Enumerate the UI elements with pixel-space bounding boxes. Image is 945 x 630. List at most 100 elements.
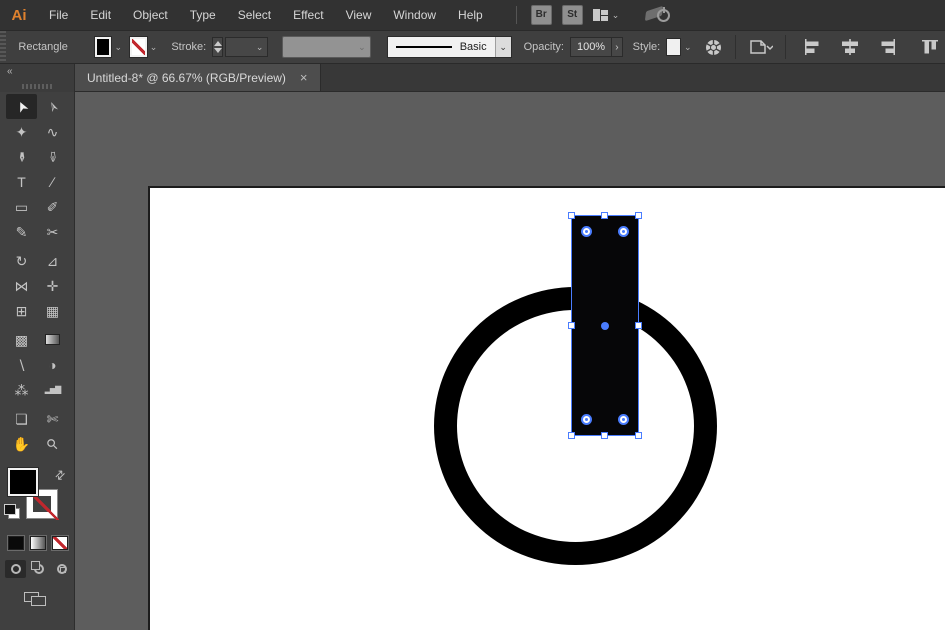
live-corner-widget[interactable] bbox=[618, 414, 629, 425]
workspace-switcher-icon[interactable]: ⌄ bbox=[593, 9, 620, 21]
step-up-icon[interactable] bbox=[214, 41, 222, 46]
chevron-down-icon[interactable]: ⌄ bbox=[114, 42, 122, 53]
menu-effect[interactable]: Effect bbox=[282, 0, 334, 30]
stock-button[interactable]: St bbox=[562, 5, 583, 25]
fill-color-swatch[interactable] bbox=[95, 37, 112, 57]
document-tab-title: Untitled-8* @ 66.67% (RGB/Preview) bbox=[87, 71, 286, 85]
opacity-slider-button[interactable]: › bbox=[612, 37, 623, 57]
isolate-object-icon[interactable] bbox=[747, 38, 773, 56]
selection-handle-top-left[interactable] bbox=[568, 212, 575, 219]
menu-file[interactable]: File bbox=[38, 0, 79, 30]
align-left-icon[interactable] bbox=[802, 37, 822, 57]
gradient-tool-icon bbox=[45, 334, 60, 345]
zoom-tool[interactable]: ⚲ bbox=[37, 431, 68, 456]
menu-object[interactable]: Object bbox=[122, 0, 179, 30]
menu-edit[interactable]: Edit bbox=[79, 0, 122, 30]
draw-normal-button[interactable] bbox=[5, 560, 26, 578]
fill-swatch[interactable] bbox=[8, 468, 38, 496]
opacity-input[interactable]: 100% bbox=[570, 37, 612, 57]
artboard[interactable] bbox=[148, 186, 945, 630]
graphic-style-swatch[interactable] bbox=[666, 38, 681, 56]
slice-tool[interactable]: ✄ bbox=[37, 406, 68, 431]
selection-center-point[interactable] bbox=[601, 322, 609, 330]
blend-tool[interactable]: ◑ bbox=[37, 352, 68, 377]
stroke-color-swatch[interactable] bbox=[130, 37, 147, 57]
menu-help[interactable]: Help bbox=[447, 0, 494, 30]
align-right-icon[interactable] bbox=[878, 37, 898, 57]
selection-handle-bottom-left[interactable] bbox=[568, 432, 575, 439]
perspective-grid-tool[interactable]: ▦ bbox=[37, 298, 68, 323]
stroke-width-stepper[interactable] bbox=[212, 37, 223, 57]
width-tool[interactable]: ⋈ bbox=[6, 273, 37, 298]
line-segment-tool[interactable]: ∕ bbox=[37, 169, 68, 194]
shape-builder-tool[interactable]: ⊞ bbox=[6, 298, 37, 323]
selection-handle-top-center[interactable] bbox=[601, 212, 608, 219]
live-corner-widget[interactable] bbox=[581, 226, 592, 237]
menu-select[interactable]: Select bbox=[227, 0, 282, 30]
selection-tool-icon: ➤ bbox=[13, 98, 31, 115]
app-logo[interactable]: Ai bbox=[0, 7, 38, 24]
curvature-tool[interactable]: ✑ bbox=[37, 144, 68, 169]
selection-handle-bottom-center[interactable] bbox=[601, 432, 608, 439]
lasso-tool[interactable]: ∿ bbox=[37, 119, 68, 144]
gradient-tool[interactable] bbox=[37, 327, 68, 352]
gpu-performance-icon[interactable] bbox=[643, 4, 677, 26]
collapse-panel-button[interactable]: « bbox=[7, 66, 12, 77]
hand-tool[interactable]: ✋ bbox=[6, 431, 37, 456]
scissors-tool[interactable]: ✂ bbox=[37, 219, 68, 244]
stroke-style-combo[interactable]: Basic ⌄ bbox=[387, 36, 512, 58]
draw-inside-button[interactable] bbox=[51, 560, 72, 578]
close-tab-icon[interactable]: × bbox=[300, 70, 308, 85]
selection-tool[interactable]: ➤ bbox=[6, 94, 37, 119]
eyedropper-tool[interactable]: ∖ bbox=[6, 352, 37, 377]
type-tool[interactable]: T bbox=[6, 169, 37, 194]
color-button[interactable] bbox=[8, 536, 24, 550]
hand-tool-icon: ✋ bbox=[13, 437, 30, 451]
panel-drag-grip[interactable] bbox=[22, 84, 52, 89]
paintbrush-tool[interactable]: ✐ bbox=[37, 194, 68, 219]
change-screen-mode-icon[interactable] bbox=[24, 592, 46, 606]
magic-wand-tool[interactable]: ✦ bbox=[6, 119, 37, 144]
gradient-button[interactable] bbox=[30, 536, 46, 550]
align-horizontal-center-icon[interactable] bbox=[840, 37, 860, 57]
default-fill-stroke-icon[interactable] bbox=[4, 504, 16, 515]
control-divider bbox=[735, 35, 736, 59]
document-tab[interactable]: Untitled-8* @ 66.67% (RGB/Preview) × bbox=[75, 64, 321, 91]
selection-handle-top-right[interactable] bbox=[635, 212, 642, 219]
scale-tool[interactable]: ⊿ bbox=[37, 248, 68, 273]
workspace-icon-part bbox=[601, 10, 608, 21]
rectangle-tool[interactable]: ▭ bbox=[6, 194, 37, 219]
selection-handle-middle-right[interactable] bbox=[635, 322, 642, 329]
swap-fill-stroke-icon[interactable]: ⇄ bbox=[52, 466, 69, 483]
recolor-artwork-icon[interactable] bbox=[704, 38, 723, 57]
chevron-down-icon[interactable]: ⌄ bbox=[150, 42, 158, 53]
shaper-tool[interactable]: ✎ bbox=[6, 219, 37, 244]
chevron-down-icon[interactable]: ⌄ bbox=[684, 42, 692, 53]
chevron-down-icon[interactable]: ⌄ bbox=[495, 37, 511, 57]
column-graph-tool[interactable]: ▂▅▇ bbox=[37, 377, 68, 402]
selected-rectangle[interactable] bbox=[572, 216, 638, 435]
step-down-icon[interactable] bbox=[214, 48, 222, 53]
bridge-button[interactable]: Br bbox=[531, 5, 552, 25]
menu-type[interactable]: Type bbox=[179, 0, 227, 30]
menu-items: FileEditObjectTypeSelectEffectViewWindow… bbox=[38, 0, 494, 30]
selection-handle-bottom-right[interactable] bbox=[635, 432, 642, 439]
selection-handle-middle-left[interactable] bbox=[568, 322, 575, 329]
draw-behind-button[interactable] bbox=[28, 560, 49, 578]
live-corner-widget[interactable] bbox=[581, 414, 592, 425]
live-corner-widget[interactable] bbox=[618, 226, 629, 237]
menu-window[interactable]: Window bbox=[382, 0, 447, 30]
align-top-icon[interactable] bbox=[920, 37, 940, 57]
canvas-pasteboard[interactable] bbox=[75, 92, 945, 630]
puppet-warp-tool[interactable]: ✛ bbox=[37, 273, 68, 298]
none-button[interactable] bbox=[52, 536, 68, 550]
symbol-sprayer-tool[interactable]: ⁂ bbox=[6, 377, 37, 402]
direct-selection-tool[interactable]: ➢ bbox=[37, 94, 68, 119]
artboard-tool[interactable]: ❏ bbox=[6, 406, 37, 431]
menu-view[interactable]: View bbox=[335, 0, 383, 30]
mesh-tool[interactable]: ▩ bbox=[6, 327, 37, 352]
pen-tool[interactable]: ✒ bbox=[6, 144, 37, 169]
rotate-tool[interactable]: ↻ bbox=[6, 248, 37, 273]
panel-grip[interactable] bbox=[0, 31, 6, 63]
stroke-width-combo[interactable]: ⌄ bbox=[225, 37, 269, 57]
